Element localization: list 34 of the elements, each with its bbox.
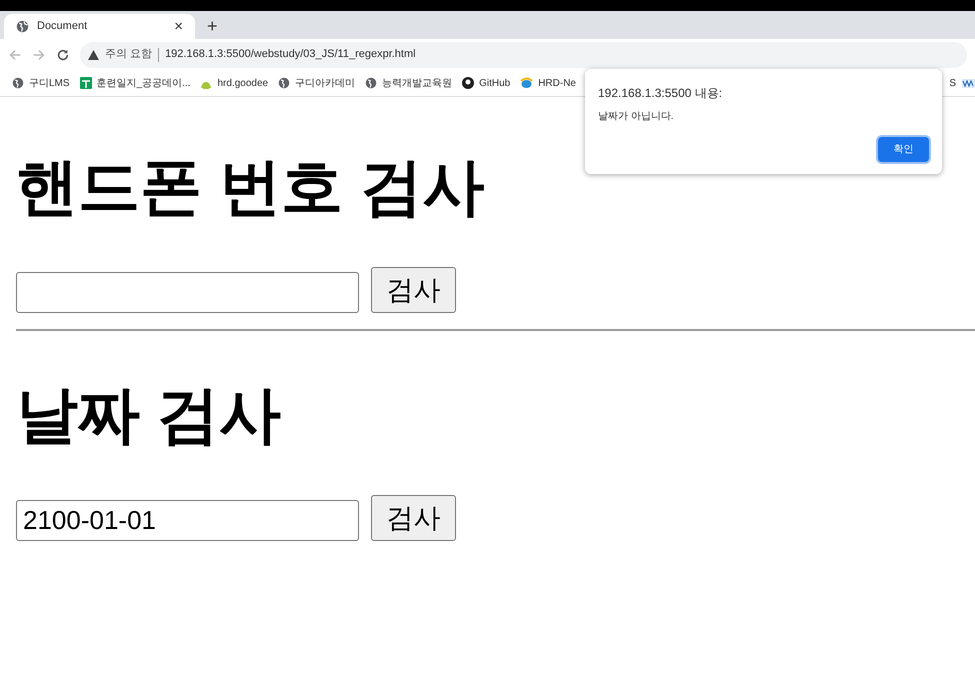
check-button[interactable]: 검사 (371, 495, 456, 541)
bookmark[interactable]: 능력개발교육원 (382, 76, 452, 90)
address-bar[interactable]: 주의 요함 192.168.1.3:5500/webstudy/03_JS/11_regexpr.html (80, 42, 967, 68)
dialog-message: 날짜가 아닙니다. (598, 110, 675, 124)
warning-icon (88, 50, 99, 60)
url-text: 192.168.1.3:5500/webstudy/03_JS/11_regexpr.html (165, 47, 416, 62)
bookmark[interactable]: 구디LMS (29, 76, 70, 90)
browser-tab[interactable]: Document × (4, 14, 195, 39)
bookmark[interactable]: 구디아카데미 (295, 76, 356, 90)
new-tab-button[interactable]: + (207, 17, 218, 35)
globe-icon (365, 77, 378, 89)
reload-icon[interactable] (56, 48, 70, 62)
security-label: 주의 요함 (105, 47, 152, 62)
globe-icon (520, 77, 534, 89)
spreadsheet-icon (80, 77, 92, 89)
bookmark[interactable]: S (949, 76, 956, 90)
bookmark[interactable]: hrd.goodee (217, 76, 268, 90)
ok-button[interactable]: 확인 (878, 137, 929, 162)
bookmark-icon[interactable] (962, 78, 975, 88)
bookmark[interactable]: 훈련일지_공공데이... (96, 76, 190, 90)
dialog-title: 192.168.1.3:5500 내용: (598, 85, 724, 102)
bookmark[interactable]: GitHub (479, 76, 510, 90)
globe-icon (12, 77, 24, 89)
globe-icon (16, 20, 29, 33)
close-tab-button[interactable]: × (174, 19, 183, 34)
check-button[interactable]: 검사 (371, 267, 456, 313)
tab-title: Document (37, 19, 88, 34)
github-icon (462, 77, 474, 89)
page-heading: 핸드폰 번호 검사 (16, 157, 486, 219)
page-heading: 날짜 검사 (16, 385, 282, 447)
input-field[interactable] (16, 272, 359, 313)
globe-icon (278, 77, 290, 89)
bookmark[interactable]: HRD-Ne (538, 76, 576, 90)
input-field[interactable]: 2100-01-01 (16, 500, 359, 541)
